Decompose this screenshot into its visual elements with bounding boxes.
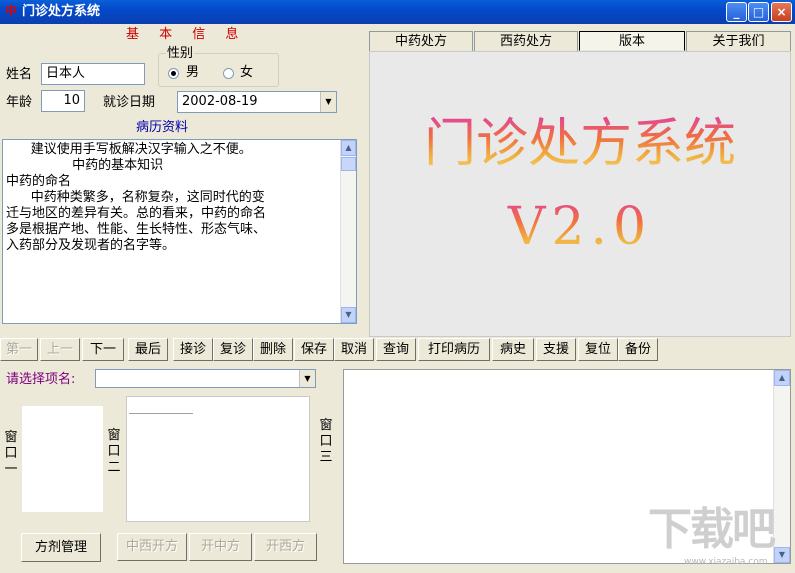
maximize-button[interactable]: □ [748,2,769,22]
toolbar-button[interactable]: 保存 [294,338,334,361]
records-line: 迁与地区的差异有关。总的看来，中药的命名 [6,206,267,221]
tab-about-us[interactable]: 关于我们 [686,31,791,51]
scroll-up-icon[interactable]: ▲ [774,370,790,386]
app-icon: 中 [4,4,17,18]
watermark-logo: 下载吧 [648,504,776,555]
scroll-thumb[interactable] [341,157,356,171]
gender-group-title: 性别 [166,46,195,62]
window2-label: 窗口二 [107,428,121,475]
formula-management-button[interactable]: 方剂管理 [21,533,101,562]
window3-label: 窗口三 [319,418,333,465]
toolbar-button[interactable]: 下一 [82,338,124,361]
toolbar-button[interactable]: 取消 [334,338,374,361]
window2-pane[interactable] [126,396,310,522]
gender-male-radio[interactable] [168,68,179,79]
toolbar-button[interactable]: 最后 [128,338,168,361]
records-line: 中药种类繁多，名称复杂，这同时代的变 [6,190,265,205]
visit-date-value: 2002-08-19 [182,94,258,109]
scroll-down-icon[interactable]: ▼ [774,547,790,563]
chinese-prescribe-button[interactable]: 开中方 [189,533,252,561]
tab-western-prescription[interactable]: 西药处方 [474,31,578,51]
records-line: 建议使用手写板解决汉字输入之不便。 [6,142,252,157]
minimize-button[interactable]: _ [726,2,747,22]
chinese-western-prescribe-button[interactable]: 中西开方 [117,533,187,561]
tab-chinese-prescription[interactable]: 中药处方 [369,31,473,51]
toolbar-button[interactable]: 接诊 [173,338,213,361]
tab-version[interactable]: 版本 [579,31,685,51]
age-label: 年龄 [6,95,33,110]
tab-bar: 中药处方 西药处方 版本 关于我们 [369,31,791,51]
records-line: 中药的命名 [6,174,72,189]
records-text: 建议使用手写板解决汉字输入之不便。 中药的基本知识 中药的命名 中药种类繁多，名称… [6,142,266,254]
records-line: 入药部分及发现者的名字等。 [6,238,176,253]
gender-male-label: 男 [186,65,200,80]
basic-info-header: 基 本 信 息 [126,27,247,42]
toolbar-button[interactable]: 打印病历 [418,338,490,361]
records-header: 病历资料 [136,120,189,135]
name-field[interactable]: 日本人 [41,63,145,85]
window1-label: 窗口一 [4,430,18,477]
select-item-label: 请选择项名: [6,372,76,387]
record-toolbar: 第一 上一 下一 最后 接诊 复诊 删除 保存 取消 查询 打印病历 病史 支援 复位 备份 [0,338,795,362]
watermark-url: www.xiazaiba.com [684,557,768,567]
window-title: 门诊处方系统 [22,4,101,19]
toolbar-button[interactable]: 第一 [0,338,38,361]
name-label: 姓名 [6,67,33,82]
records-scrollbar[interactable]: ▲ ▼ [340,140,356,323]
banner-version: V2.0 [370,197,790,257]
scroll-up-icon[interactable]: ▲ [341,140,356,156]
window1-pane[interactable] [22,406,103,512]
banner-title: 门诊处方系统 [370,114,790,174]
visit-date-label: 就诊日期 [103,95,156,110]
toolbar-button[interactable]: 备份 [618,338,658,361]
window2-divider [129,413,193,414]
toolbar-button[interactable]: 删除 [253,338,293,361]
toolbar-button[interactable]: 复诊 [213,338,253,361]
gender-female-radio[interactable] [223,68,234,79]
select-item-dropdown[interactable]: ▼ [95,369,316,388]
chevron-down-icon[interactable]: ▼ [320,92,336,112]
gender-female-label: 女 [240,65,254,80]
age-field[interactable]: 10 [41,90,85,112]
toolbar-button[interactable]: 病史 [492,338,534,361]
visit-date-field[interactable]: 2002-08-19 ▼ [177,91,337,113]
window3-scrollbar[interactable]: ▲ ▼ [773,370,790,563]
close-button[interactable]: × [771,2,792,22]
records-line: 多是根据产地、性能、生长特性、形态气味、 [6,222,267,237]
records-line: 中药的基本知识 [6,158,164,173]
scroll-down-icon[interactable]: ▼ [341,307,356,323]
toolbar-button[interactable]: 查询 [376,338,416,361]
toolbar-button[interactable]: 支援 [536,338,576,361]
title-bar[interactable]: 中 门诊处方系统 _ □ × [0,0,795,24]
toolbar-button[interactable]: 上一 [40,338,80,361]
chevron-down-icon[interactable]: ▼ [299,370,315,387]
toolbar-button[interactable]: 复位 [578,338,618,361]
records-memo[interactable]: 建议使用手写板解决汉字输入之不便。 中药的基本知识 中药的命名 中药种类繁多，名称… [2,139,357,324]
western-prescribe-button[interactable]: 开西方 [254,533,317,561]
version-panel: 门诊处方系统 V2.0 [369,51,791,337]
